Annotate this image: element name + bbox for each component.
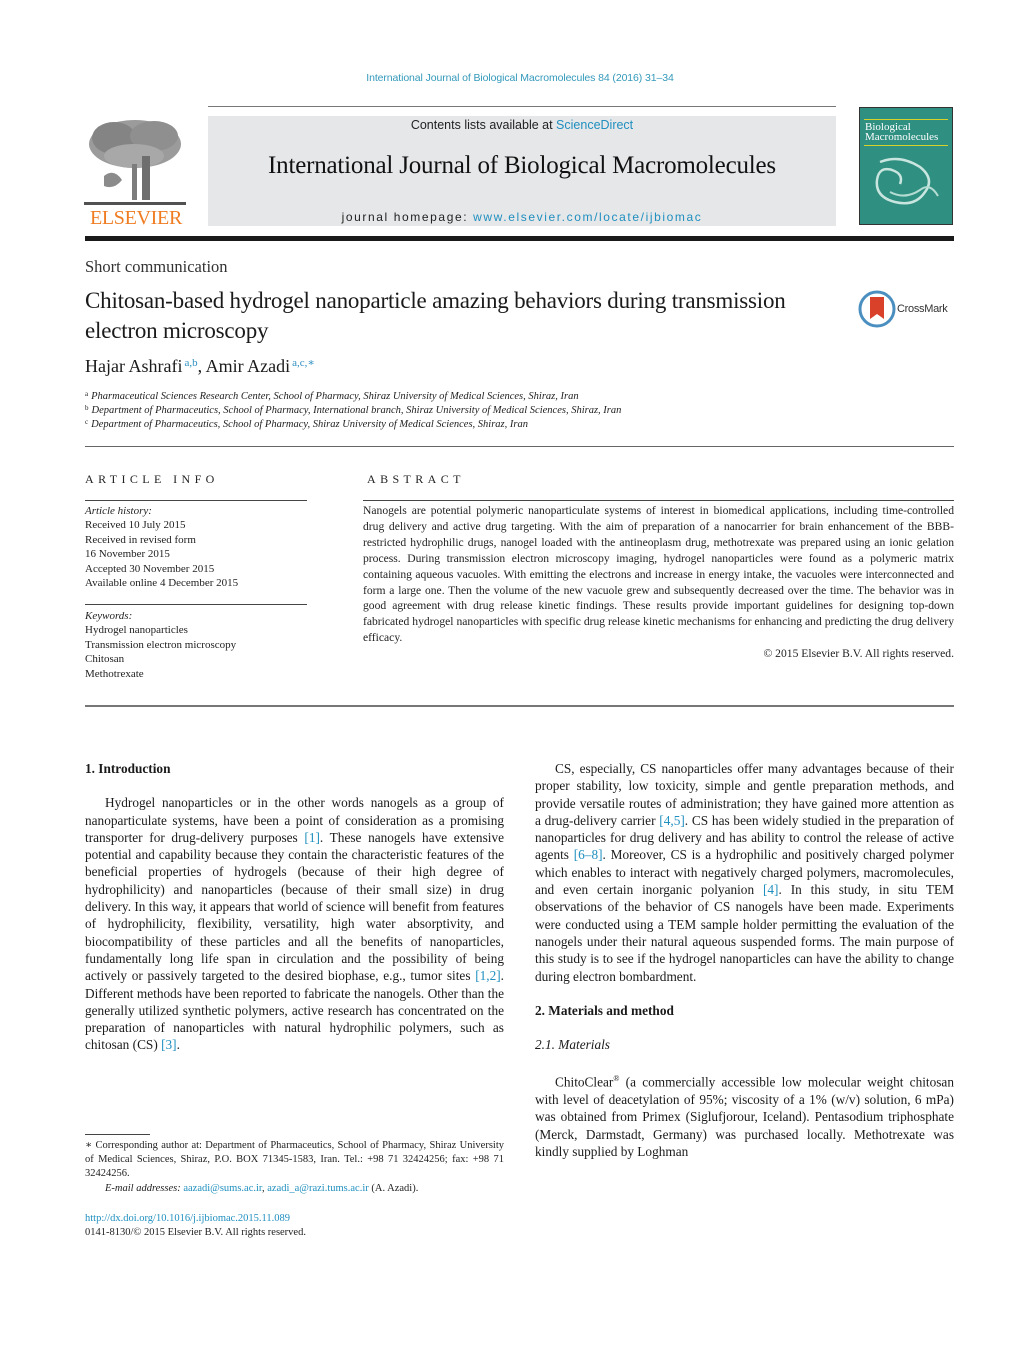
sciencedirect-link[interactable]: ScienceDirect — [556, 118, 633, 132]
history-item: Received 10 July 2015 — [85, 519, 186, 532]
keyword: Methotrexate — [85, 667, 144, 680]
subsection-heading: 2.1. Materials — [535, 1037, 610, 1053]
abstract: Nanogels are potential polymeric nanopar… — [363, 503, 954, 662]
email-label: E-mail addresses: — [105, 1182, 181, 1194]
elsevier-wordmark: ELSEVIER — [89, 207, 183, 229]
journal-cover-thumbnail[interactable]: Biological Macromolecules — [859, 107, 953, 225]
email-suffix: (A. Azadi). — [368, 1182, 419, 1194]
paragraph: ChitoClear® (a commercially accessible l… — [535, 1070, 954, 1160]
affiliation: c Department of Pharmaceutics, School of … — [85, 418, 528, 430]
history-item: Accepted 30 November 2015 — [85, 562, 215, 575]
cover-title: Biological Macromolecules — [865, 122, 939, 143]
section-divider — [85, 446, 954, 447]
citation-link[interactable]: [3] — [161, 1037, 177, 1052]
brand-name: ChitoClear — [555, 1074, 614, 1090]
article-title: Chitosan-based hydrogel nanoparticle ama… — [85, 288, 786, 343]
homepage-link[interactable]: www.elsevier.com/locate/ijbiomac — [473, 210, 702, 224]
author-affil-marks[interactable]: a,c,∗ — [292, 357, 315, 369]
abstract-body: Nanogels are potential polymeric nanopar… — [363, 504, 954, 645]
cover-title-line2: Macromolecules — [865, 131, 939, 143]
issn-copyright: 0141-8130/© 2015 Elsevier B.V. All right… — [85, 1227, 306, 1239]
journal-name: International Journal of Biological Macr… — [268, 152, 776, 179]
citation-link[interactable]: [1] — [304, 830, 320, 845]
affiliation-mark: c — [85, 418, 89, 426]
keywords: Keywords: Hydrogel nanoparticles Transmi… — [85, 609, 236, 681]
corresponding-author-note: ∗ Corresponding author at: Department of… — [85, 1140, 504, 1180]
citation-link[interactable]: [6–8] — [574, 847, 603, 862]
contents-prefix: Contents lists available at — [410, 118, 557, 132]
author-name[interactable]: Hajar Ashrafi — [85, 356, 182, 376]
cover-rule — [864, 145, 948, 146]
homepage-prefix: journal homepage: — [341, 210, 474, 224]
footnote-rule — [85, 1134, 150, 1135]
contents-line: Contents lists available at ScienceDirec… — [208, 118, 836, 132]
email-link[interactable]: aazadi@sums.ac.ir — [183, 1183, 262, 1194]
affiliation: b Department of Pharmaceutics, School of … — [85, 404, 621, 416]
affiliation-text: Department of Pharmaceutics, School of P… — [91, 405, 622, 416]
paragraph-text: . These nanogels have extensive potentia… — [85, 829, 504, 984]
abstract-rule — [363, 500, 954, 501]
tree-icon — [84, 120, 186, 205]
citation-link[interactable]: [4,5] — [659, 813, 684, 828]
section-heading: 1. Introduction — [85, 761, 171, 776]
affiliation-mark: b — [85, 404, 89, 412]
header-thick-rule — [85, 236, 954, 241]
body-column-left: 1. Introduction Hydrogel nanoparticles o… — [85, 760, 504, 1054]
abstract-heading: ABSTRACT — [367, 472, 465, 486]
crossmark-icon — [858, 290, 896, 328]
header-divider — [208, 106, 836, 107]
email-link[interactable]: azadi_a@razi.tums.ac.ir — [267, 1183, 369, 1194]
homepage-line: journal homepage: www.elsevier.com/locat… — [208, 210, 836, 224]
keywords-label: Keywords: — [85, 610, 133, 622]
abstract-copyright: © 2015 Elsevier B.V. All rights reserved… — [763, 647, 954, 661]
affiliation-text: Pharmaceutical Sciences Research Center,… — [91, 391, 579, 402]
keyword: Hydrogel nanoparticles — [85, 624, 188, 637]
paragraph-text: . In this study, in situ TEM observation… — [535, 882, 954, 984]
article-history-label: Article history: — [85, 505, 152, 517]
paragraph: Hydrogel nanoparticles or in the other w… — [85, 794, 504, 1053]
article-info-heading: ARTICLE INFO — [85, 472, 219, 486]
article-info-rule — [85, 604, 307, 605]
author-name[interactable]: Amir Azadi — [206, 356, 290, 376]
cover-protein-illustration-icon — [875, 157, 939, 205]
affiliation: a Pharmaceutical Sciences Research Center… — [85, 390, 579, 402]
email-line: E-mail addresses: aazadi@sums.ac.ir, aza… — [85, 1182, 504, 1196]
paragraph: CS, especially, CS nanoparticles offer m… — [535, 760, 954, 985]
journal-citation[interactable]: International Journal of Biological Macr… — [0, 72, 1020, 84]
keyword: Chitosan — [85, 653, 125, 666]
author-separator: , — [197, 356, 206, 376]
abstract-bottom-rule — [85, 705, 954, 707]
cover-rule — [864, 119, 948, 120]
history-item: Available online 4 December 2015 — [85, 577, 239, 590]
footnote: ∗ Corresponding author at: Department of… — [85, 1139, 504, 1196]
author-affil-marks[interactable]: a,b — [184, 357, 197, 369]
keyword: Transmission electron microscopy — [85, 638, 237, 651]
article-history: Article history: Received 10 July 2015 R… — [85, 504, 238, 590]
citation-link[interactable]: [4] — [763, 882, 779, 897]
crossmark-button[interactable]: CrossMark — [858, 290, 958, 330]
doi-block: http://dx.doi.org/10.1016/j.ijbiomac.201… — [85, 1212, 306, 1240]
citation-link[interactable]: [1,2] — [475, 968, 500, 983]
history-item: 16 November 2015 — [85, 548, 170, 561]
paragraph-text: . — [176, 1037, 180, 1053]
article-type: Short communication — [85, 257, 228, 276]
affiliation-text: Department of Pharmaceutics, School of P… — [91, 419, 528, 430]
crossmark-label: CrossMark — [897, 303, 948, 315]
doi-link[interactable]: http://dx.doi.org/10.1016/j.ijbiomac.201… — [85, 1213, 290, 1224]
affiliation-mark: a — [85, 390, 89, 398]
body-column-right: CS, especially, CS nanoparticles offer m… — [535, 760, 954, 1160]
history-item: Received in revised form — [85, 533, 196, 546]
article-info-rule — [85, 500, 307, 501]
section-heading: 2. Materials and method — [535, 1002, 674, 1018]
author-list: Hajar Ashrafi a,b, Amir Azadi a,c,∗ — [85, 356, 315, 377]
